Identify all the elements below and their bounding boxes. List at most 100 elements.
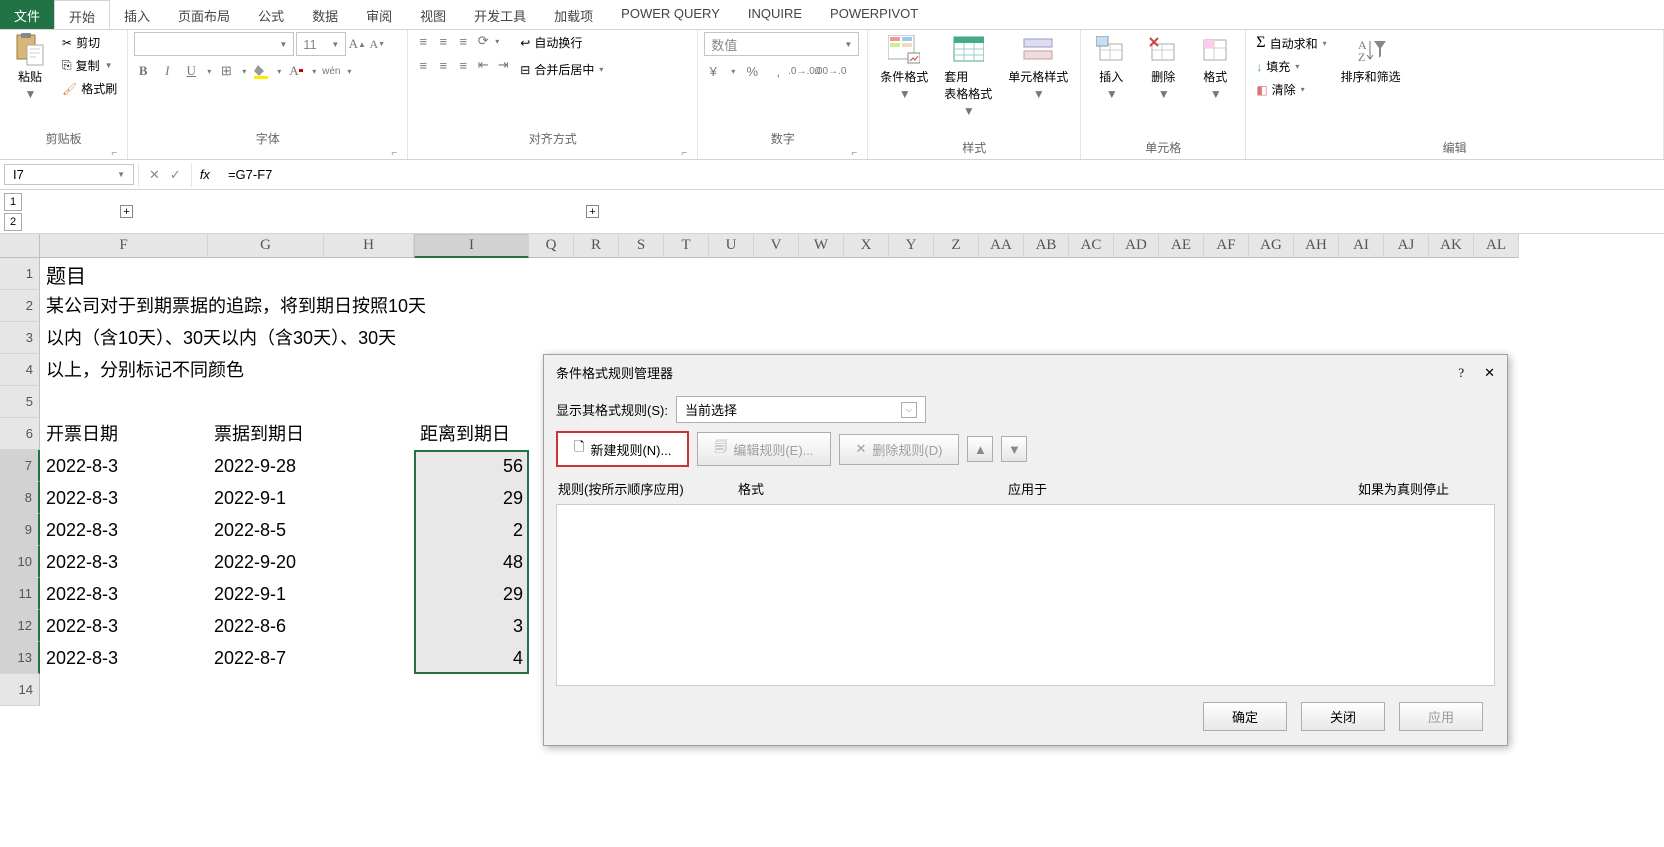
col-header-W[interactable]: W	[799, 234, 844, 258]
row-header-4[interactable]: 4	[0, 354, 40, 386]
tab-developer[interactable]: 开发工具	[460, 0, 540, 29]
tab-home[interactable]: 开始	[54, 0, 110, 29]
cell-issue-6[interactable]: 2022-8-3	[40, 642, 208, 674]
fill-color-button[interactable]	[252, 62, 270, 80]
col-header-AH[interactable]: AH	[1294, 234, 1339, 258]
cell-issue-0[interactable]: 2022-8-3	[40, 450, 208, 482]
rules-list[interactable]	[556, 504, 1495, 686]
font-size-select[interactable]: 11▼	[296, 32, 346, 56]
outline-expand-1[interactable]: +	[120, 205, 133, 218]
clipboard-launcher[interactable]: ⌐	[6, 148, 121, 159]
tab-formulas[interactable]: 公式	[244, 0, 298, 29]
cell-h-issue[interactable]: 开票日期	[40, 418, 124, 448]
col-header-AK[interactable]: AK	[1429, 234, 1474, 258]
row-header-6[interactable]: 6	[0, 418, 40, 450]
close-button[interactable]: 关闭	[1301, 702, 1385, 731]
col-header-R[interactable]: R	[574, 234, 619, 258]
cell-due-3[interactable]: 2022-9-20	[208, 546, 324, 578]
col-header-AD[interactable]: AD	[1114, 234, 1159, 258]
scope-select[interactable]: 当前选择⌵	[676, 396, 926, 423]
cell-days-2[interactable]: 2	[414, 514, 529, 546]
cell-desc3[interactable]: 以上，分别标记不同颜色	[40, 354, 250, 384]
delete-rule-button[interactable]: ✕删除规则(D)	[839, 434, 960, 465]
dialog-close-icon[interactable]: ✕	[1484, 365, 1495, 381]
cell-h-days[interactable]: 距离到期日	[414, 418, 529, 448]
cell-days-3[interactable]: 48	[414, 546, 529, 578]
ok-button[interactable]: 确定	[1203, 702, 1287, 731]
increase-decimal-icon[interactable]: .0→.00	[795, 62, 813, 80]
cell-issue-5[interactable]: 2022-8-3	[40, 610, 208, 642]
fill-button[interactable]: ↓填充▾	[1252, 56, 1330, 77]
col-header-T[interactable]: T	[664, 234, 709, 258]
row-header-3[interactable]: 3	[0, 322, 40, 354]
currency-icon[interactable]: ¥	[704, 62, 722, 80]
row-header-2[interactable]: 2	[0, 290, 40, 322]
orientation-icon[interactable]: ⟳	[474, 32, 492, 50]
indent-inc-icon[interactable]: ⇥	[494, 56, 512, 74]
tab-powerquery[interactable]: POWER QUERY	[607, 0, 734, 29]
cell-days-0[interactable]: 56	[414, 450, 529, 482]
percent-icon[interactable]: %	[743, 62, 761, 80]
row-header-10[interactable]: 10	[0, 546, 40, 578]
clear-button[interactable]: ◧清除▾	[1252, 79, 1330, 100]
cell-due-1[interactable]: 2022-9-1	[208, 482, 324, 514]
cell-days-5[interactable]: 3	[414, 610, 529, 642]
cancel-formula-icon[interactable]: ✕	[149, 167, 160, 183]
tab-pagelayout[interactable]: 页面布局	[164, 0, 244, 29]
outline-level-2[interactable]: 2	[4, 213, 22, 231]
cell-issue-2[interactable]: 2022-8-3	[40, 514, 208, 546]
apply-button[interactable]: 应用	[1399, 702, 1483, 731]
row-header-5[interactable]: 5	[0, 386, 40, 418]
move-down-button[interactable]: ▼	[1001, 436, 1027, 462]
col-header-AL[interactable]: AL	[1474, 234, 1519, 258]
number-launcher[interactable]: ⌐	[704, 148, 861, 159]
increase-font-icon[interactable]: A▲	[348, 35, 366, 53]
tab-insert[interactable]: 插入	[110, 0, 164, 29]
insert-cells-button[interactable]: 插入▼	[1087, 32, 1135, 103]
row-header-8[interactable]: 8	[0, 482, 40, 514]
edit-rule-button[interactable]: 🗐编辑规则(E)...	[697, 432, 830, 466]
fx-button[interactable]: fx	[192, 167, 218, 182]
col-header-AG[interactable]: AG	[1249, 234, 1294, 258]
merge-center-button[interactable]: ⊟合并后居中▾	[516, 59, 607, 80]
tab-addins[interactable]: 加载项	[540, 0, 607, 29]
new-rule-button[interactable]: 🗋新建规则(N)...	[556, 431, 689, 467]
select-all-corner[interactable]	[0, 234, 40, 258]
align-left-icon[interactable]: ≡	[414, 56, 432, 74]
col-header-Z[interactable]: Z	[934, 234, 979, 258]
col-header-AC[interactable]: AC	[1069, 234, 1114, 258]
tab-data[interactable]: 数据	[298, 0, 352, 29]
comma-icon[interactable]: ,	[769, 62, 787, 80]
cell-due-6[interactable]: 2022-8-7	[208, 642, 324, 674]
dialog-help-icon[interactable]: ?	[1458, 365, 1464, 381]
cell-desc2[interactable]: 以内（含10天）、30天以内（含30天）、30天	[40, 322, 402, 352]
row-header-1[interactable]: 1	[0, 258, 40, 290]
align-right-icon[interactable]: ≡	[454, 56, 472, 74]
col-header-Q[interactable]: Q	[529, 234, 574, 258]
phonetic-button[interactable]: wén	[322, 62, 340, 80]
col-header-U[interactable]: U	[709, 234, 754, 258]
move-up-button[interactable]: ▲	[967, 436, 993, 462]
col-header-AI[interactable]: AI	[1339, 234, 1384, 258]
col-header-V[interactable]: V	[754, 234, 799, 258]
outline-level-1[interactable]: 1	[4, 193, 22, 211]
delete-cells-button[interactable]: 删除▼	[1139, 32, 1187, 103]
row-header-11[interactable]: 11	[0, 578, 40, 610]
number-format-select[interactable]: 数值▼	[704, 32, 859, 56]
underline-button[interactable]: U	[182, 62, 200, 80]
col-header-AF[interactable]: AF	[1204, 234, 1249, 258]
formula-input[interactable]: =G7-F7	[218, 167, 1664, 182]
col-header-X[interactable]: X	[844, 234, 889, 258]
align-middle-icon[interactable]: ≡	[434, 32, 452, 50]
name-box[interactable]: I7▼	[4, 164, 134, 185]
tab-inquire[interactable]: INQUIRE	[734, 0, 816, 29]
alignment-launcher[interactable]: ⌐	[414, 148, 691, 159]
align-top-icon[interactable]: ≡	[414, 32, 432, 50]
cell-days-4[interactable]: 29	[414, 578, 529, 610]
col-header-AB[interactable]: AB	[1024, 234, 1069, 258]
format-painter-button[interactable]: 🖌格式刷	[58, 78, 121, 99]
outline-expand-2[interactable]: +	[586, 205, 599, 218]
italic-button[interactable]: I	[158, 62, 176, 80]
col-header-S[interactable]: S	[619, 234, 664, 258]
cell-title[interactable]: 题目	[40, 258, 92, 291]
